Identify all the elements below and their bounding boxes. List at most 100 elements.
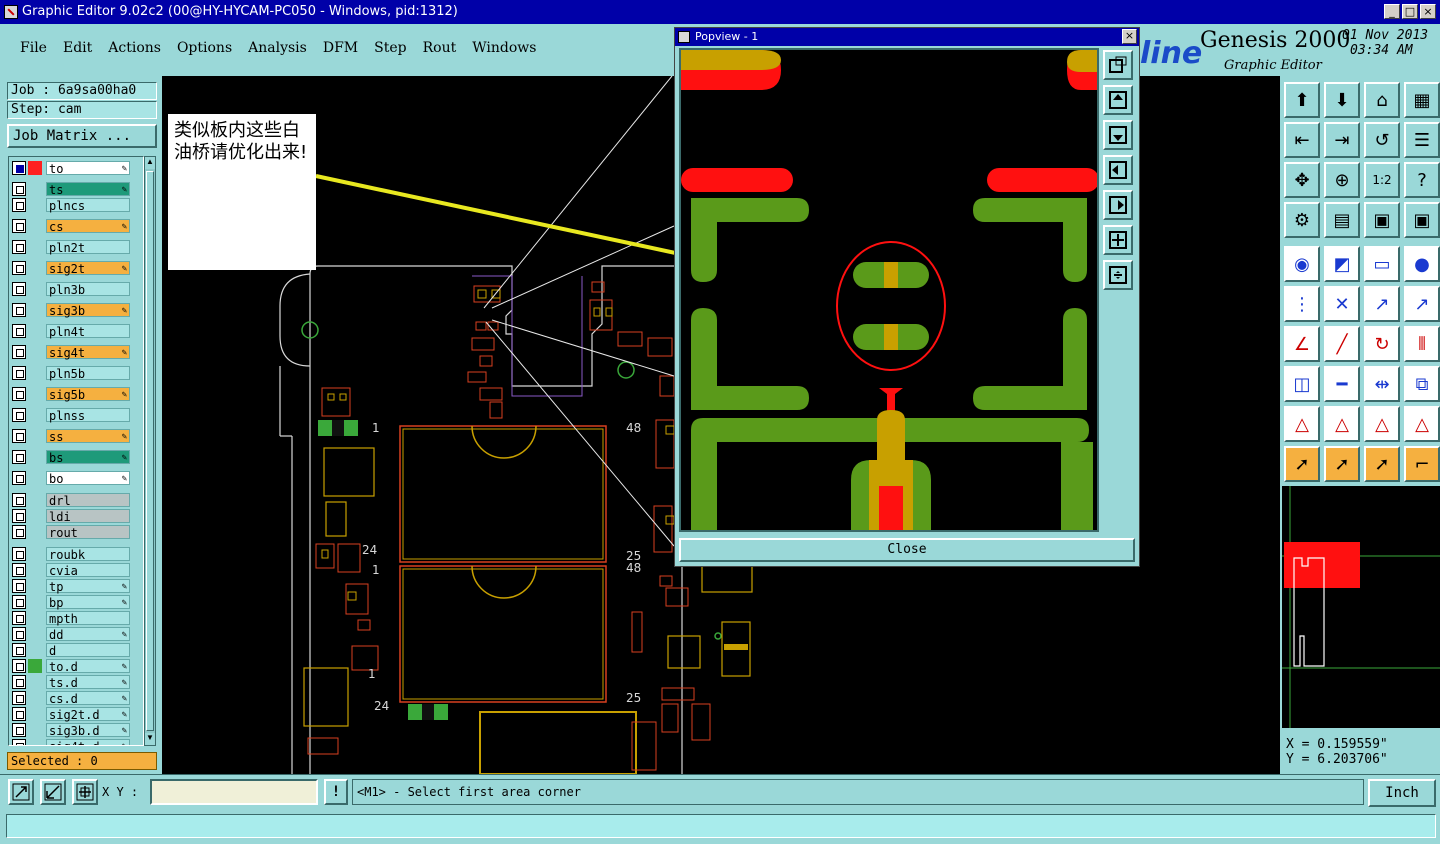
layer-row[interactable]: roubk [12,547,138,562]
layer-list-scrollbar[interactable]: ▲ ▼ [144,156,156,746]
layer-color-swatch[interactable] [28,659,42,673]
menu-edit[interactable]: Edit [55,40,100,56]
layer-name[interactable]: bp ✎ [46,595,130,610]
popview-pan-right-icon[interactable] [1103,190,1133,220]
layer-color-swatch[interactable] [28,493,42,507]
layer-row[interactable]: sig3b.d ✎ [12,723,138,738]
layer-checkbox[interactable] [12,611,26,625]
layer-row[interactable]: pln4t [12,324,138,339]
popview-zoom-out-icon[interactable] [1103,260,1133,290]
popview-canvas[interactable] [679,48,1099,532]
layer-row[interactable]: ts ✎ [12,182,138,197]
overview-view-rect[interactable] [1284,542,1360,588]
layer-name[interactable]: sig3b.d ✎ [46,723,130,738]
layer-checkbox[interactable] [12,707,26,721]
layer-row[interactable]: cvia [12,563,138,578]
circle-pad-icon[interactable]: ● [1404,246,1440,282]
layer-name[interactable]: ldi [46,509,130,524]
layer-color-swatch[interactable] [28,643,42,657]
layer-name[interactable]: ts ✎ [46,182,130,197]
popview-pan-up-icon[interactable] [1103,85,1133,115]
layer-checkbox[interactable] [12,366,26,380]
layer-name[interactable]: plncs [46,198,130,213]
layer-row[interactable]: ldi [12,509,138,524]
scale-1-2-icon[interactable]: 1:2 [1364,162,1400,198]
pointer-select-icon[interactable]: ➚ [1324,446,1360,482]
layer-checkbox[interactable] [12,303,26,317]
layer-row[interactable]: cs ✎ [12,219,138,234]
layer-row[interactable]: to.d ✎ [12,659,138,674]
layer-checkbox[interactable] [12,161,26,175]
measure-icon[interactable] [40,779,66,805]
layer-name[interactable]: sig4t.d ✎ [46,739,130,745]
layer-row[interactable]: sig5b ✎ [12,387,138,402]
popview-pan-down-icon[interactable] [1103,120,1133,150]
layer-color-swatch[interactable] [28,450,42,464]
scroll-thumb[interactable] [146,171,154,731]
layer-row[interactable]: ss ✎ [12,429,138,444]
menu-dfm[interactable]: DFM [315,40,366,56]
window-view-icon[interactable]: ▦ [1404,82,1440,118]
layer-color-swatch[interactable] [28,739,42,745]
layer-checkbox[interactable] [12,595,26,609]
layer-color-swatch[interactable] [28,345,42,359]
slash-line-icon[interactable]: ╱ [1324,326,1360,362]
layer-checkbox[interactable] [12,509,26,523]
angle-icon[interactable]: ∠ [1284,326,1320,362]
layer-checkbox[interactable] [12,408,26,422]
alert-button[interactable]: ! [324,779,348,805]
popview-pan-left-icon[interactable] [1103,155,1133,185]
layer-checkbox[interactable] [12,240,26,254]
layer-checkbox[interactable] [12,723,26,737]
menu-analysis[interactable]: Analysis [240,40,315,56]
layer-checkbox[interactable] [12,739,26,745]
cross-icon[interactable]: ✕ [1324,286,1360,322]
home-view-icon[interactable]: ⌂ [1364,82,1400,118]
zoom-right-icon[interactable]: ⇥ [1324,122,1360,158]
layer-row[interactable]: sig2t ✎ [12,261,138,276]
layer-checkbox[interactable] [12,282,26,296]
overview-map[interactable] [1282,486,1440,728]
layer-row[interactable]: pln2t [12,240,138,255]
layer-name[interactable]: d [46,643,130,658]
close-button[interactable]: × [1420,4,1436,19]
measure-layer-icon[interactable]: ▣ [1364,202,1400,238]
layer-name[interactable]: to.d ✎ [46,659,130,674]
layer-row[interactable]: sig2t.d ✎ [12,707,138,722]
layer-checkbox[interactable] [12,198,26,212]
layer-checkbox[interactable] [12,471,26,485]
layer-color-swatch[interactable] [28,161,42,175]
layer-color-swatch[interactable] [28,198,42,212]
layer-name[interactable]: bo ✎ [46,471,130,486]
layer-color-swatch[interactable] [28,525,42,539]
layer-checkbox[interactable] [12,579,26,593]
layer-checkbox[interactable] [12,429,26,443]
layer-name[interactable]: pln5b [46,366,130,381]
menu-options[interactable]: Options [169,40,240,56]
layer-color-swatch[interactable] [28,429,42,443]
open-step-icon[interactable]: ⬆ [1284,82,1320,118]
layer-name[interactable]: pln3b [46,282,130,297]
minus-line-icon[interactable]: ━ [1324,366,1360,402]
menu-step[interactable]: Step [366,40,414,56]
arc-icon[interactable]: ↻ [1364,326,1400,362]
menu-rout[interactable]: Rout [415,40,465,56]
layer-name[interactable]: sig5b ✎ [46,387,130,402]
layer-color-swatch[interactable] [28,408,42,422]
line-add-icon[interactable]: ↗ [1404,286,1440,322]
layer-row[interactable]: rout [12,525,138,540]
layer-checkbox[interactable] [12,324,26,338]
layer-color-swatch[interactable] [28,324,42,338]
layer-name[interactable]: tp ✎ [46,579,130,594]
layer-row[interactable]: bs ✎ [12,450,138,465]
layer-color-swatch[interactable] [28,627,42,641]
layer-color-swatch[interactable] [28,579,42,593]
triangle-icon[interactable]: △ [1284,406,1320,442]
scroll-down-icon[interactable]: ▼ [145,733,155,745]
layer-checkbox[interactable] [12,643,26,657]
layer-color-swatch[interactable] [28,611,42,625]
layer-name[interactable]: mpth [46,611,130,626]
center-view-icon[interactable]: ⊕ [1324,162,1360,198]
job-matrix-button[interactable]: Job Matrix ... [7,124,157,148]
layer-checkbox[interactable] [12,659,26,673]
